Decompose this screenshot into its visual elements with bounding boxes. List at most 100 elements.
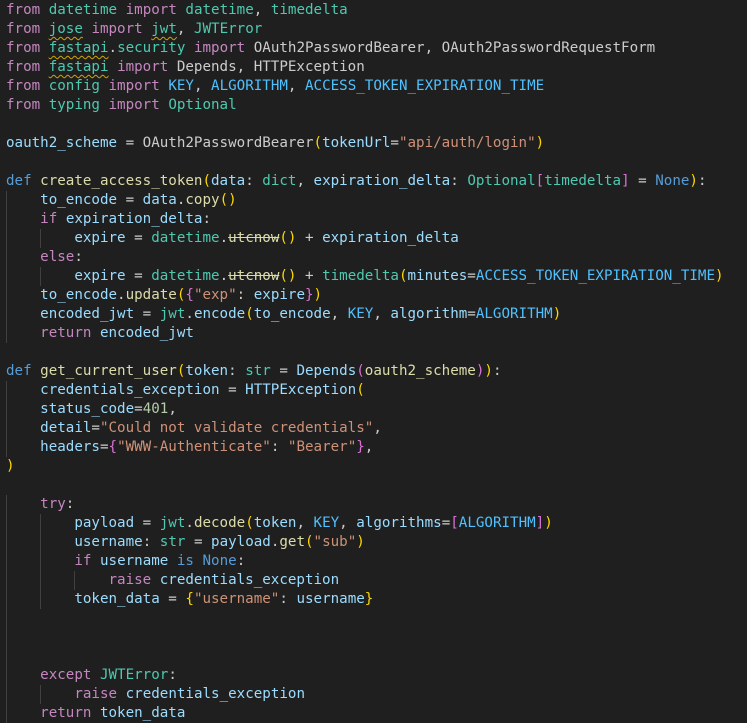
code-token: : <box>65 496 75 512</box>
code-line[interactable]: from jose import jwt, JWTError <box>0 20 747 39</box>
code-token: except <box>40 667 92 683</box>
code-line[interactable]: return token_data <box>0 704 747 723</box>
code-token: + <box>296 230 323 246</box>
code-line[interactable]: to_encode = data.copy() <box>0 191 747 210</box>
code-token: ALGORITHM <box>458 515 536 531</box>
code-line[interactable]: token_data = {"username": username} <box>0 590 747 609</box>
code-line[interactable] <box>0 115 747 134</box>
code-line[interactable]: detail="Could not validate credentials", <box>0 419 747 438</box>
code-token: def <box>6 363 32 379</box>
code-line[interactable] <box>0 609 747 628</box>
code-line[interactable]: from fastapi import Depends, HTTPExcepti… <box>0 58 747 77</box>
code-token: = <box>125 268 152 284</box>
code-token: credentials_exception <box>125 686 305 702</box>
code-line[interactable]: def get_current_user (token: str = Depend… <box>0 362 747 381</box>
code-token: , <box>339 515 357 531</box>
code-line[interactable]: expire = datetime.utcnow() + expiration_… <box>0 229 747 248</box>
code-token: = <box>467 268 476 284</box>
code-token: jwt <box>159 515 186 531</box>
code-line[interactable]: else: <box>0 248 747 267</box>
code-line[interactable] <box>0 476 747 495</box>
code-line[interactable] <box>0 343 747 362</box>
code-token: : <box>202 211 212 227</box>
code-line[interactable]: from datetime import datetime, timedelta <box>0 1 747 20</box>
code-token: None <box>655 173 690 189</box>
indent-guide <box>6 210 7 229</box>
code-line[interactable]: username: str = payload.get("sub") <box>0 533 747 552</box>
code-editor[interactable]: from datetime import datetime, timedelta… <box>0 0 747 723</box>
code-line[interactable] <box>0 628 747 647</box>
code-token: datetime <box>151 268 220 284</box>
code-line[interactable]: encoded_jwt = jwt.encode(to_encode, KEY,… <box>0 305 747 324</box>
indent-guide <box>6 419 7 438</box>
code-token: from <box>6 21 41 37</box>
code-token: = <box>159 591 186 607</box>
code-token: , <box>168 401 177 417</box>
code-line[interactable]: try: <box>0 495 747 514</box>
code-line[interactable]: expire = datetime.utcnow() + timedelta(m… <box>0 267 747 286</box>
code-token: . <box>185 306 194 322</box>
code-line[interactable]: oauth2_scheme = OAuth2PasswordBearer(tok… <box>0 134 747 153</box>
code-token: algorithms <box>356 515 442 531</box>
code-line[interactable]: from fastapi.security import OAuth2Passw… <box>0 39 747 58</box>
code-line[interactable]: payload = jwt.decode(token, KEY, algorit… <box>0 514 747 533</box>
code-token: : <box>697 173 707 189</box>
code-line[interactable]: except JWTError: <box>0 666 747 685</box>
code-token: = <box>185 534 212 550</box>
code-line[interactable]: if expiration_delta: <box>0 210 747 229</box>
code-token: expire <box>74 268 126 284</box>
code-token: = <box>219 382 246 398</box>
code-token: ) <box>715 268 724 284</box>
indent-guide <box>40 590 42 609</box>
code-line[interactable]: ) <box>0 457 747 476</box>
code-line[interactable] <box>0 153 747 172</box>
code-line[interactable]: raise credentials_exception <box>0 685 747 704</box>
code-token: return <box>40 325 92 341</box>
code-token: , <box>373 420 382 436</box>
code-token: ACCESS_TOKEN_EXPIRATION_TIME <box>305 78 545 94</box>
code-line[interactable]: headers={"WWW-Authenticate": "Bearer"}, <box>0 438 747 457</box>
indent-guide <box>6 628 7 647</box>
code-token: from <box>6 59 41 75</box>
code-token: timedelta <box>270 2 348 18</box>
code-token: , <box>193 78 212 94</box>
code-token: import <box>108 97 160 113</box>
code-line[interactable]: to_encode.update({"exp": expire}) <box>0 286 747 305</box>
code-token: + <box>296 268 323 284</box>
indent-guide <box>6 400 7 419</box>
code-token: : <box>168 667 177 683</box>
code-line[interactable]: if username is None: <box>0 552 747 571</box>
indent-guide <box>40 533 42 552</box>
code-line[interactable] <box>0 647 747 666</box>
code-token: = <box>134 515 160 531</box>
code-line[interactable]: from config import KEY, ALGORITHM, ACCES… <box>0 77 747 96</box>
code-line[interactable]: credentials_exception = HTTPException( <box>0 381 747 400</box>
code-line[interactable]: def create_access_token(data: dict, expi… <box>0 172 747 191</box>
code-token: Optional <box>168 97 237 113</box>
code-token: datetime <box>48 2 118 18</box>
code-token: ) <box>6 458 15 474</box>
code-token: timedelta <box>322 268 399 284</box>
code-token: KEY <box>313 515 340 531</box>
code-token: None <box>202 553 237 569</box>
code-line[interactable]: return encoded_jwt <box>0 324 747 343</box>
code-line[interactable]: status_code=401, <box>0 400 747 419</box>
code-line[interactable]: from typing import Optional <box>0 96 747 115</box>
code-token: token_data <box>99 705 186 721</box>
code-line[interactable]: raise credentials_exception <box>0 571 747 590</box>
code-token: , <box>296 515 314 531</box>
